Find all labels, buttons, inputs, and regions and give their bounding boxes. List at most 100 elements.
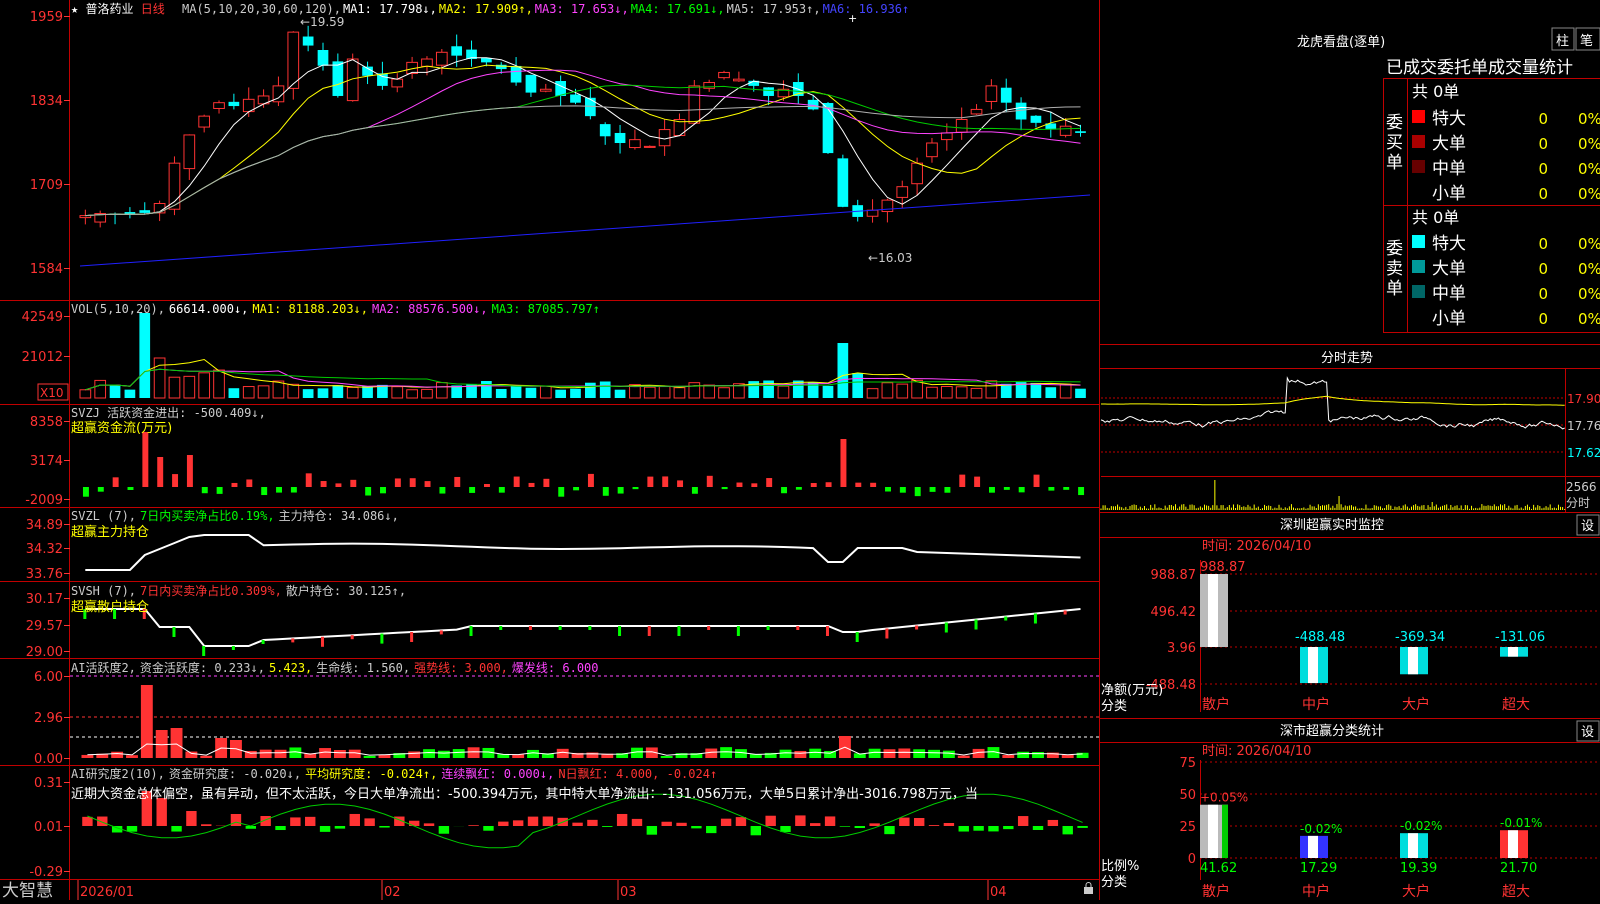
svzj-bar [232,483,238,487]
svsh-tick [796,626,799,630]
volume-bar [956,387,967,398]
ai-activity-bar [943,751,955,758]
ai-activity-bar [705,749,717,758]
candle-up [1060,126,1071,135]
class-axis-label: 25 [1179,820,1196,835]
intraday-price-high: 17.90 [1567,392,1600,406]
legend-item: SVZL (7), [71,509,136,523]
axis-label: 1584 [30,262,63,277]
class-settings-button[interactable]: 设 [1577,721,1599,741]
time-label: 2026/01 [80,885,134,900]
sz-bar-value: -131.06 [1495,630,1545,645]
legend-item: 66614.000↓, [169,302,248,316]
legend-item: SVZJ 活跃资金进出: -500.409↓, [71,405,266,420]
svzj-bar [321,481,327,487]
candle-down [823,103,834,153]
ai-research-bar [929,825,939,826]
bar-view-button[interactable]: 柱 [1552,28,1574,50]
time-label: 04 [990,885,1007,900]
volume-bar [689,383,700,398]
svzj-bar [989,487,995,493]
svzj-bar [633,487,639,489]
ai-research-bar [869,823,879,826]
volume-bar [496,389,507,398]
row-label: 小单 [1432,184,1466,204]
ai-activity-bar [928,750,940,758]
ai-research-bar [647,826,657,835]
ai-research-bar [97,817,107,826]
axis-label: 0.00 [34,752,63,767]
axis-label: -2009 [25,493,63,508]
volume-bar [778,386,789,398]
candle-down [229,102,240,106]
svsh-tick [470,626,473,636]
axis-label: 1709 [30,178,63,193]
axis-label: 3174 [30,454,63,469]
svsh-tick [1034,614,1037,624]
volume-bar [243,387,254,398]
row-label: 特大 [1432,109,1466,129]
row-pct: 0% [1578,260,1600,278]
volume-bar [867,389,878,398]
svzj-bar [1019,487,1025,492]
volume-bar [540,386,551,398]
svzj-bar [469,487,475,493]
axis-label: 30.17 [26,592,63,607]
ai-research-bar [528,817,538,826]
class-category: 大户 [1402,883,1430,900]
volume-bar [600,381,611,398]
ai-activity-bar [81,755,93,758]
row-pct: 0% [1578,110,1600,128]
candle-down [1001,88,1012,103]
svzj-bar [840,439,846,487]
axis-label: 33.76 [26,567,63,582]
volume-bar [585,383,596,398]
tick-view-button[interactable]: 笔 [1576,28,1600,50]
sz-category: 大户 [1402,696,1430,713]
svzj-bar [454,477,460,487]
ai-research-bar [483,826,493,831]
svzj-bar [870,483,876,487]
svzj-bar [1063,487,1069,490]
svsh-tick [172,627,175,637]
ai-activity-bar [720,747,732,758]
side-char: 卖 [1386,259,1403,279]
candle-down [1075,131,1086,133]
sz-bar-highlight [1308,647,1318,683]
volume-unit: X10 [40,386,64,400]
svzj-bar [766,478,772,487]
legend-item: AI研究度2(10), [71,766,165,781]
ai-activity-bar [527,750,539,758]
volume-bar [288,384,299,398]
candle-down [1031,116,1042,123]
svzj-bar [83,487,89,497]
row-color-swatch [1412,285,1425,298]
legend-item: MA2: 17.909↑, [439,2,533,16]
sz-settings-button[interactable]: 设 [1577,515,1599,535]
volume-bar [838,343,849,398]
sz-time: 时间: 2026/04/10 [1202,539,1311,554]
svzj-bar [217,487,223,494]
svzj-bar [113,477,119,487]
svzj-bar [484,484,490,487]
svzj-bar [677,480,683,487]
volume-bar [704,385,715,398]
svsh-tick [707,626,710,630]
row-count: 0 [1538,110,1548,128]
svzj-bar [365,487,371,496]
candle-up [719,72,730,77]
svsh-tick [826,626,829,636]
ai-research-bar [1077,826,1087,828]
ai-activity-bar [1032,752,1044,758]
svzj-bar [157,457,163,487]
legend-item: MA3: 87085.797↑ [492,302,600,316]
candle-up [912,163,923,184]
candle-down [526,75,537,93]
svsh-tick [945,623,948,633]
svzj-bar [276,487,282,493]
row-count: 0 [1538,310,1548,328]
candle-up [630,140,641,148]
svzj-bar [529,483,535,487]
svsh-tick [1064,611,1067,615]
svsh-tick [321,637,324,647]
